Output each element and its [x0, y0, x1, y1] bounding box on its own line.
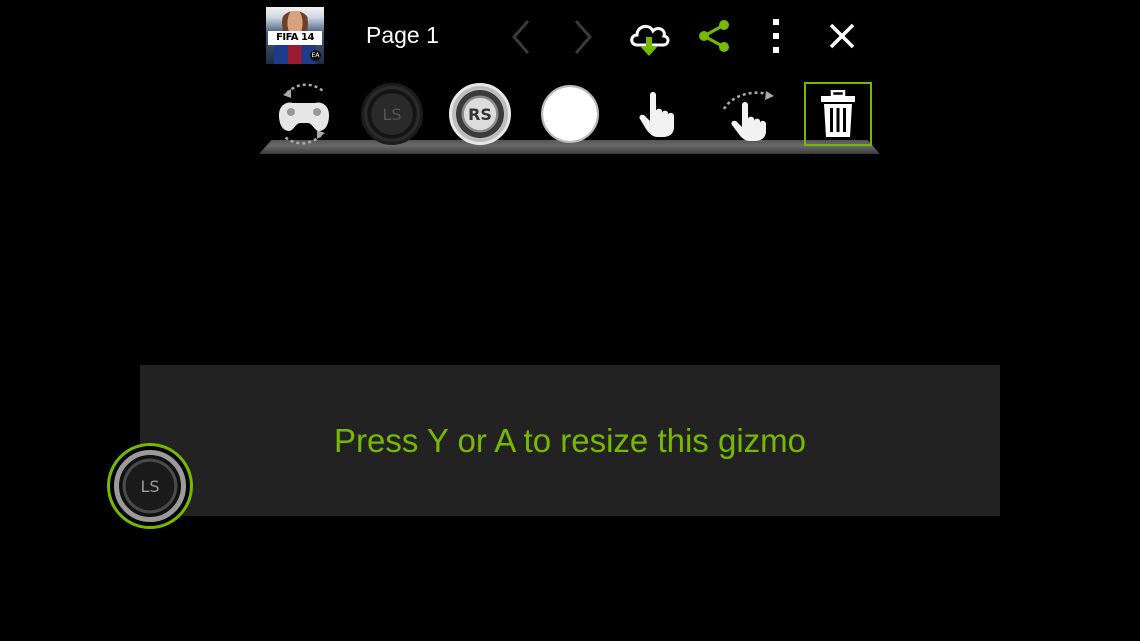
share-button[interactable]	[694, 16, 734, 56]
download-button[interactable]	[626, 14, 672, 60]
left-stick-gizmo[interactable]: LS	[107, 443, 193, 529]
left-stick-gizmo-icon: LS	[114, 450, 186, 522]
share-icon	[699, 20, 729, 52]
gamepad-rotate-tool[interactable]	[272, 82, 336, 146]
message-panel: Press Y or A to resize this gizmo	[140, 365, 1000, 516]
trash-icon	[821, 90, 855, 137]
close-button[interactable]	[824, 18, 860, 54]
right-stick-icon: RS	[449, 83, 511, 145]
game-thumbnail[interactable]: FIFA 14 EA	[266, 7, 324, 64]
button-tool[interactable]	[538, 82, 602, 146]
overflow-menu-icon	[773, 19, 779, 53]
left-stick-tool[interactable]: LS	[360, 82, 424, 146]
delete-tool[interactable]	[804, 82, 872, 146]
page-label: Page 1	[366, 22, 439, 48]
round-button-icon	[541, 85, 599, 143]
back-chevron-icon	[512, 20, 530, 54]
tap-gesture-tool[interactable]	[626, 82, 690, 146]
game-logo-text: FIFA 14	[268, 31, 322, 45]
gizmo-label: LS	[140, 476, 160, 496]
gamepad-rotate-icon	[279, 83, 329, 145]
tap-hand-icon	[639, 92, 674, 137]
overflow-menu-button[interactable]	[764, 16, 788, 56]
left-stick-label: LS	[382, 104, 402, 124]
forward-chevron-icon	[574, 20, 592, 54]
forward-button[interactable]	[568, 18, 598, 56]
right-stick-tool[interactable]: RS	[448, 82, 512, 146]
cloud-download-icon	[630, 24, 670, 56]
swipe-hand-icon	[722, 91, 774, 141]
left-stick-icon: LS	[361, 83, 423, 145]
back-button[interactable]	[506, 18, 536, 56]
close-icon	[829, 23, 855, 49]
swipe-gesture-tool[interactable]	[716, 82, 780, 146]
right-stick-label: RS	[468, 104, 492, 124]
ea-logo-icon: EA	[310, 50, 321, 61]
resize-instruction: Press Y or A to resize this gizmo	[334, 421, 806, 459]
